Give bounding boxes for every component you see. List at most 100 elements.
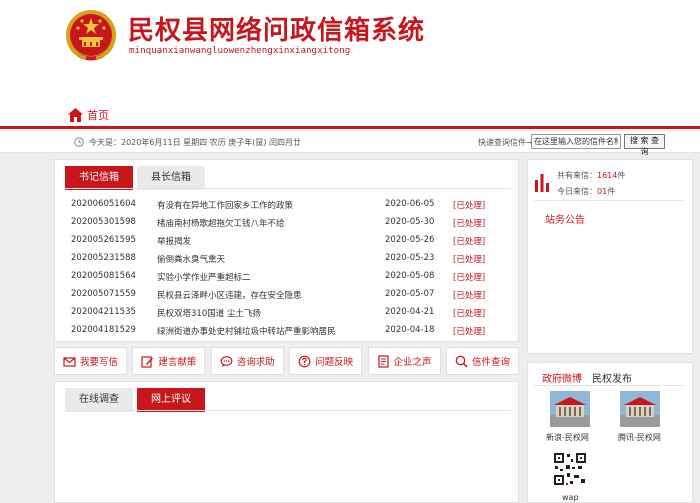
letter-title-link[interactable]: 楮庙南村杨歌超拖欠工钱八年不给 (157, 217, 377, 229)
tab-underline (63, 188, 511, 189)
letter-id: 202005071559 (71, 289, 136, 299)
letter-id: 202005081564 (71, 271, 136, 281)
letter-title-link[interactable]: 偷倒粪水臭气熏天 (157, 253, 377, 265)
letter-id: 202006051604 (71, 199, 136, 209)
site-title: 民权县网络问政信箱系统 (128, 16, 426, 46)
tab-underline (63, 410, 511, 411)
survey-panel: 在线调查 网上评议 (54, 381, 519, 503)
site-title-pinyin: minquanxianwangluowenzhengxinxiangxitong (129, 45, 351, 56)
today-letters-label: 今日来信： (557, 187, 597, 196)
table-row[interactable]: 202005231588 偷倒粪水臭气熏天 2020-05-23 [已处理] (71, 250, 501, 267)
report-problem-label: 问题反映 (315, 357, 354, 368)
header-divider (0, 126, 700, 129)
total-letters-label: 共有来信： (557, 171, 597, 180)
total-letters: 共有来信：1614件 (557, 170, 625, 181)
bar-chart-icon (535, 174, 549, 192)
letter-date: 2020-05-07 (385, 289, 435, 299)
national-emblem-icon (66, 10, 116, 61)
mailbox-panel: 书记信箱 县长信箱 202006051604 有没有在异地工作回家乡工作的政策 … (54, 159, 519, 342)
total-letters-count: 1614 (597, 171, 618, 180)
table-row[interactable]: 202005261595 举报揭发 2020-05-26 [已处理] (71, 232, 501, 249)
table-row[interactable]: 202005071559 民权县云泽畔小区违建，存在安全隐患 2020-05-0… (71, 286, 501, 303)
letter-status: [已处理] (453, 219, 486, 229)
tencent-weibo-link[interactable]: 腾讯-民权网 (618, 432, 661, 443)
info-bar: 今天是：2020年6月11日 星期四 农历 庚子年(鼠) 闰四月廿 快速查询信件… (0, 131, 700, 156)
table-row[interactable]: 202005301598 楮庙南村杨歌超拖欠工钱八年不给 2020-05-30 … (71, 214, 501, 231)
site-header: 民权县网络问政信箱系统 minquanxianwangluowenzhengxi… (0, 0, 700, 130)
letter-title-link[interactable]: 民权县云泽畔小区违建，存在安全隐患 (157, 289, 377, 301)
table-row[interactable]: 202004181529 绿洲街道办事处史村铺垃圾中转站严重影响居民 2020-… (71, 322, 501, 339)
action-bar: 我要写信 建言献策 咨询求助 问题反映 企业之声 信件查询 (54, 347, 519, 375)
enterprise-voice-button[interactable]: 企业之声 (367, 347, 441, 375)
report-problem-button[interactable]: 问题反映 (289, 347, 363, 375)
letter-title-link[interactable]: 实验小学作业严重超标二 (157, 271, 377, 283)
edit-icon (141, 355, 154, 368)
tab-underline (534, 385, 684, 386)
home-icon (68, 108, 83, 122)
letter-title-link[interactable]: 举报揭发 (157, 235, 377, 247)
letter-date: 2020-06-05 (385, 199, 435, 209)
today-letters-count: 01 (597, 187, 608, 196)
wap-label: wap (562, 493, 579, 502)
letter-date: 2020-05-30 (385, 217, 435, 227)
letter-status: [已处理] (453, 327, 486, 337)
tab-minquan-release[interactable]: 民权发布 (592, 370, 632, 385)
letter-id: 202005301598 (71, 217, 136, 227)
tab-secretary-mailbox[interactable]: 书记信箱 (65, 166, 133, 190)
statistics-panel: 共有来信：1614件 今日来信：01件 站务公告 (527, 159, 693, 354)
letter-id: 202005261595 (71, 235, 136, 245)
today-letters: 今日来信：01件 (557, 186, 615, 197)
qr-code-icon[interactable] (552, 451, 588, 487)
today-letters-unit: 件 (607, 187, 616, 196)
sina-weibo-link[interactable]: 新浪-民权网 (546, 432, 589, 443)
tab-online-review[interactable]: 网上评议 (137, 388, 205, 412)
weibo-panel: 政府微博 民权发布 新浪-民权网 腾讯-民权网 wap (527, 362, 693, 503)
chat-icon (220, 355, 233, 367)
letter-status: [已处理] (453, 309, 486, 319)
write-letter-label: 我要写信 (79, 357, 118, 368)
letter-id: 202004211535 (71, 307, 136, 317)
table-row[interactable]: 202006051604 有没有在异地工作回家乡工作的政策 2020-06-05… (71, 196, 501, 213)
letter-query-button[interactable]: 信件查询 (445, 347, 519, 375)
building-thumbnail-icon[interactable] (550, 391, 590, 427)
letter-status: [已处理] (453, 237, 486, 247)
consult-help-button[interactable]: 咨询求助 (210, 347, 284, 375)
document-icon (377, 354, 389, 368)
consult-help-label: 咨询求助 (236, 357, 275, 368)
tab-online-survey[interactable]: 在线调查 (65, 388, 133, 412)
letter-status: [已处理] (453, 291, 486, 301)
write-letter-button[interactable]: 我要写信 (54, 347, 127, 375)
nav-home-label: 首页 (87, 109, 109, 122)
search-button[interactable]: 搜 索 查 询 (624, 134, 665, 156)
letter-status: [已处理] (453, 255, 486, 265)
letter-title-link[interactable]: 民权双塔310国道 尘土飞扬 (157, 307, 377, 319)
table-row[interactable]: 202005081564 实验小学作业严重超标二 2020-05-08 [已处理… (71, 268, 501, 285)
tab-county-head-mailbox[interactable]: 县长信箱 (137, 166, 205, 190)
letter-id: 202004181529 (71, 325, 136, 335)
building-thumbnail-icon[interactable] (620, 391, 660, 427)
letter-date: 2020-05-26 (385, 235, 435, 245)
divider (534, 200, 684, 201)
letter-search-input[interactable] (531, 134, 621, 149)
search-icon (455, 355, 468, 368)
today-date: 今天是：2020年6月11日 星期四 农历 庚子年(鼠) 闰四月廿 (89, 138, 302, 147)
nav-home[interactable]: 首页 (68, 107, 109, 123)
envelope-icon (63, 356, 76, 367)
table-row[interactable]: 202004211535 民权双塔310国道 尘土飞扬 2020-04-21 [… (71, 304, 501, 321)
letter-title-link[interactable]: 有没有在异地工作回家乡工作的政策 (157, 199, 377, 211)
letter-date: 2020-04-18 (385, 325, 435, 335)
letter-status: [已处理] (453, 273, 486, 283)
tab-gov-weibo[interactable]: 政府微博 (542, 370, 582, 385)
quick-search-label: 快速查询信件→ (478, 138, 533, 147)
letter-date: 2020-05-08 (385, 271, 435, 281)
letter-status: [已处理] (453, 201, 486, 211)
enterprise-voice-label: 企业之声 (393, 357, 432, 368)
total-letters-unit: 件 (617, 171, 626, 180)
suggestion-button[interactable]: 建言献策 (132, 347, 206, 375)
site-notice-title: 站务公告 (545, 215, 585, 226)
letter-id: 202005231588 (71, 253, 136, 263)
letter-query-label: 信件查询 (471, 357, 510, 368)
clock-icon (74, 137, 84, 147)
letter-date: 2020-04-21 (385, 307, 435, 317)
letter-title-link[interactable]: 绿洲街道办事处史村铺垃圾中转站严重影响居民 (157, 325, 377, 337)
